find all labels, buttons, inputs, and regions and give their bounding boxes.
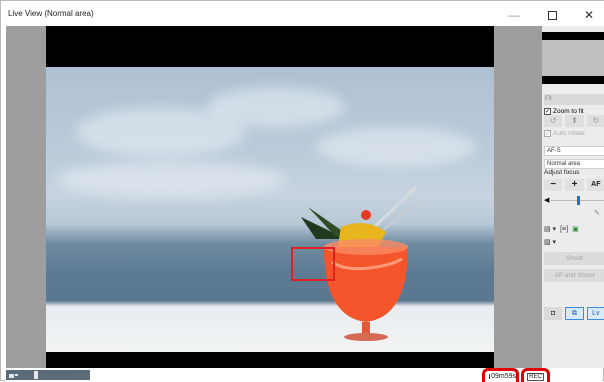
image-tools-row: ▨ ▾ [544, 236, 604, 248]
minimize-button[interactable]: — [498, 1, 530, 29]
rotate-controls: ↺ ⬆ ↻ [544, 115, 604, 127]
rotate-left-icon[interactable]: ↺ [544, 115, 562, 127]
live-view-area [6, 26, 542, 368]
zoom-to-fit-label: Zoom to fit [553, 108, 584, 115]
zoom-thumb [34, 371, 38, 379]
af-and-shoot-button[interactable]: AF and Shoot [544, 269, 604, 282]
focus-area-frame[interactable] [291, 247, 335, 281]
zoom-slider[interactable] [6, 370, 90, 380]
auto-rotate-checkbox[interactable]: ✓ Auto rotate [544, 129, 604, 138]
picture-control-icon[interactable]: ▨ ▾ [544, 237, 556, 248]
live-view-icon[interactable]: ⧉ [565, 307, 583, 320]
maximize-button[interactable] [536, 1, 568, 29]
status-bar: 09m59s REC [6, 368, 602, 382]
slider-thumb[interactable] [577, 196, 580, 205]
overlay-icon[interactable]: [≡] [560, 224, 568, 235]
lv-mode-button[interactable]: Lv [587, 307, 604, 320]
rec-label: REC [527, 373, 544, 381]
checkbox-icon: ✓ [544, 108, 551, 115]
camera-icon[interactable]: ◘ [544, 307, 562, 320]
display-icon[interactable]: ▣ [572, 224, 579, 235]
focus-plus-button[interactable]: + [565, 179, 583, 191]
pencil-icon[interactable]: ✎ [594, 209, 600, 217]
title-bar: Live View (Normal area) — ✕ [1, 1, 604, 29]
focus-buttons: − + AF [544, 179, 604, 191]
recording-timer: 09m59s [482, 368, 519, 382]
focus-slider[interactable]: ◀ [544, 196, 604, 206]
rotate-up-icon[interactable]: ⬆ [565, 115, 583, 127]
live-view-window: Live View (Normal area) — ✕ [0, 0, 604, 381]
thumbnail-image [542, 40, 604, 76]
grid-tools-row: ▤ ▾ [≡] ▣ [544, 223, 604, 235]
adjust-focus-label: Adjust focus [544, 169, 579, 176]
timer-text: 09m59s [491, 373, 516, 380]
cocktail-glass-image [46, 67, 494, 352]
af-mode-select[interactable]: AF-S [544, 146, 604, 156]
control-panel: Fit ✓ Zoom to fit ↺ ⬆ ↻ ✓ Auto rotate AF… [542, 26, 604, 368]
focus-minus-button[interactable]: − [544, 179, 562, 191]
live-view-image[interactable] [46, 67, 494, 352]
zoom-out-icon [9, 374, 14, 378]
zoom-tick [15, 374, 18, 376]
rec-button[interactable]: REC [521, 368, 550, 382]
checkbox-icon: ✓ [544, 130, 551, 137]
grid-icon[interactable]: ▤ ▾ [544, 224, 556, 235]
window-title: Live View (Normal area) [8, 9, 94, 18]
close-button[interactable]: ✕ [573, 1, 604, 29]
rotate-right-icon[interactable]: ↻ [587, 115, 604, 127]
capture-mode-row: ◘ ⧉ Lv [544, 307, 604, 320]
af-area-select[interactable]: Normal area [544, 159, 604, 169]
zoom-level-select[interactable]: Fit [544, 94, 604, 105]
maximize-icon [548, 11, 557, 20]
shoot-button[interactable]: Shoot [544, 252, 604, 265]
af-button[interactable]: AF [587, 179, 604, 191]
auto-rotate-label: Auto rotate [553, 130, 585, 137]
navigator-thumbnail[interactable] [542, 32, 604, 84]
